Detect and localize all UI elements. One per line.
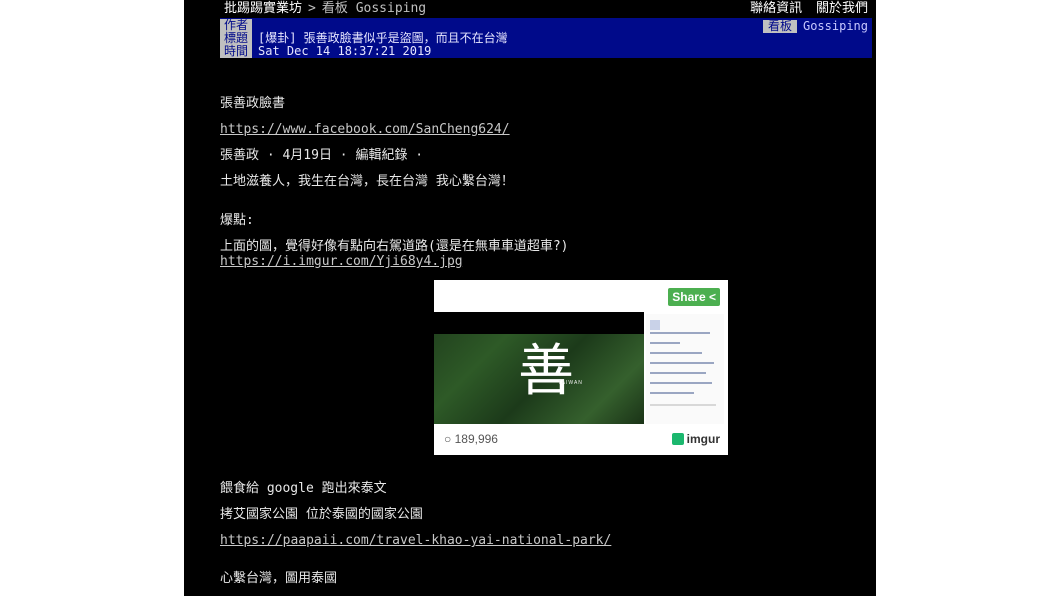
breadcrumb-board-link[interactable]: Gossiping [356,1,426,16]
post-text-line [650,342,680,344]
time-tag: 時間 [220,45,252,58]
article-time: Sat Dec 14 18:37:21 2019 [258,44,432,58]
post-text-line [650,372,706,374]
body-line: 土地滋養人，我生在台灣，長在台灣 我心繫台灣！ [220,174,514,189]
post-text-line [650,352,702,354]
share-button[interactable]: Share < [668,288,720,306]
post-text-line [650,362,714,364]
body-line: 餵食給 google 跑出來泰文 [220,481,387,496]
imgur-brand: imgur [671,432,720,446]
post-text-line [650,392,694,394]
imgur-logo-icon [671,433,684,445]
post-text-line [650,332,710,334]
facebook-link[interactable]: https://www.facebook.com/SanCheng624/ [220,122,510,138]
breadcrumb-separator: > [308,1,316,16]
video-thumbnail: 善 TAIWAN [434,312,644,424]
top-right-links: 聯絡資訊 關於我們 [744,0,868,18]
body-line: 張善政臉書 [220,96,286,111]
article-metadata-header: 作者 標題 [爆卦] 張善政臉書似乎是盜圖，而且不在台灣 時間 Sat Dec 14… [220,18,872,58]
contact-info-link[interactable]: 聯絡資訊 [750,1,802,16]
board-tag: 看板 [762,20,797,33]
body-line: 心繫台灣，圖用泰國 [220,571,338,586]
board-value: Gossiping [802,19,868,33]
top-navigation-bar: 批踢踢實業坊 > 看板 Gossiping 聯絡資訊 關於我們 [184,0,876,18]
site-home-link[interactable]: 批踢踢實業坊 [224,1,302,16]
breadcrumb: 批踢踢實業坊 > 看板 Gossiping [224,0,426,18]
eye-icon: ○ [444,432,452,446]
view-count: ○ 189,996 [444,432,498,446]
facebook-post-snippet [646,314,724,424]
video-calligraphy: 善 [518,339,574,404]
video-top-band [434,312,644,334]
article-title: [爆卦] 張善政臉書似乎是盜圖，而且不在台灣 [258,31,508,45]
ptt-article-page: 批踢踢實業坊 > 看板 Gossiping 聯絡資訊 關於我們 作者 標題 [爆卦] … [184,0,876,596]
post-text-line [650,382,712,384]
post-action-bar [650,404,716,406]
board-row: 看板 Gossiping [762,19,868,33]
imgur-image-preview[interactable]: Share < 善 TAIWAN ○ 189,996 imgur [434,280,728,455]
about-us-link[interactable]: 關於我們 [816,1,868,16]
time-row: 時間 Sat Dec 14 18:37:21 2019 [220,45,431,58]
imgur-link[interactable]: https://i.imgur.com/Yji68y4.jpg [220,254,463,270]
body-line: 張善政 · 4月19日 · 編輯紀錄 · [220,148,424,163]
paapaii-link[interactable]: https://paapaii.com/travel-khao-yai-nati… [220,533,611,549]
body-line: 上面的圖，覺得好像有點向右駕道路(還是在無車車道超車?) [220,239,569,254]
share-icon: < [708,290,716,304]
breadcrumb-board-label[interactable]: 看板 [322,1,348,16]
video-caption: TAIWAN [558,380,583,386]
post-avatar [650,320,660,330]
body-line: 拷艾國家公園 位於泰國的國家公園 [220,507,423,522]
body-line: 爆點: [220,213,254,228]
